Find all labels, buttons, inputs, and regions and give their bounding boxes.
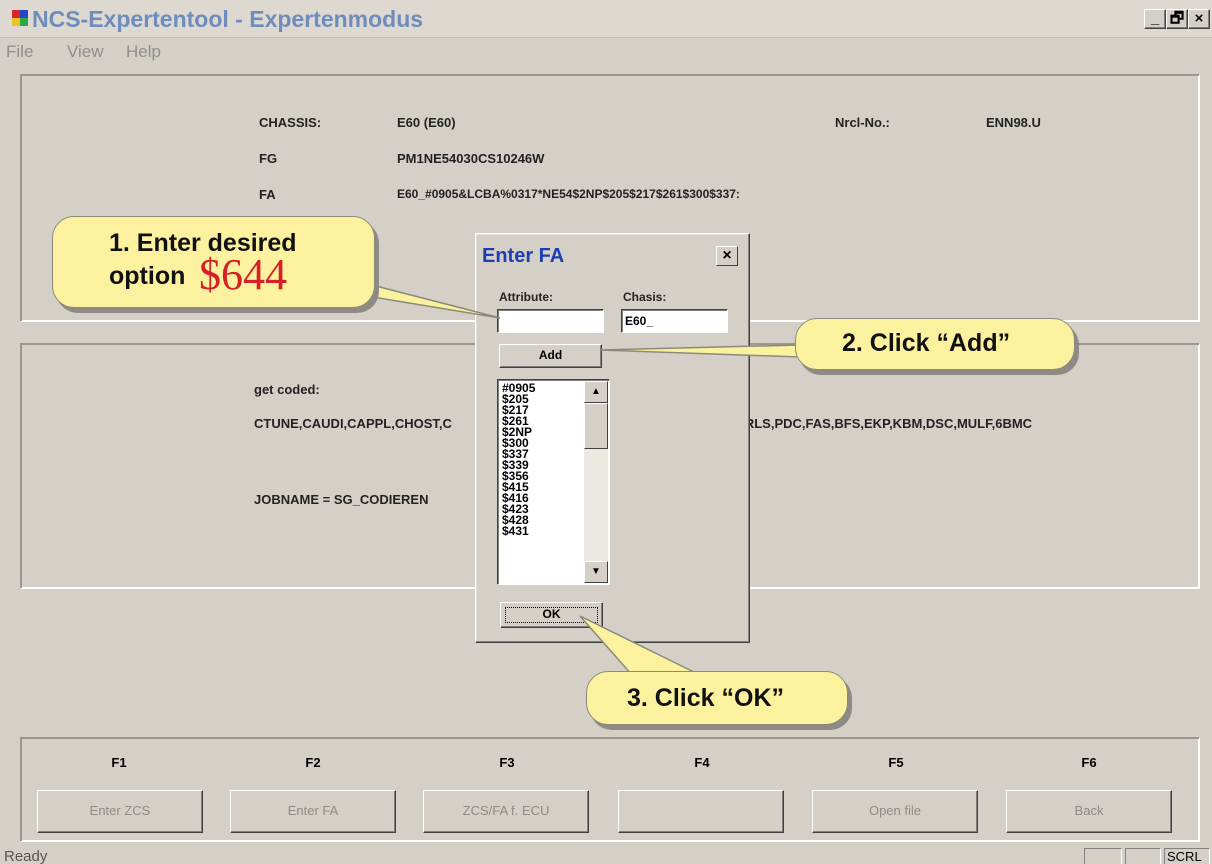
callout-step-3: 3. Click “OK” bbox=[586, 671, 848, 725]
callout-step-2-text: 2. Click “Add” bbox=[842, 329, 1011, 357]
callout-step-3-text: 3. Click “OK” bbox=[627, 684, 784, 712]
callout-2-pointer bbox=[599, 344, 801, 358]
callout-step-2: 2. Click “Add” bbox=[795, 318, 1075, 370]
callout-step-1-value: $644 bbox=[199, 250, 287, 299]
callout-step-1-line-2: option bbox=[109, 262, 186, 290]
callout-3-pointer bbox=[579, 615, 701, 676]
callout-step-1: 1. Enter desired option $644 bbox=[52, 216, 375, 308]
callout-pointers bbox=[299, 284, 801, 676]
